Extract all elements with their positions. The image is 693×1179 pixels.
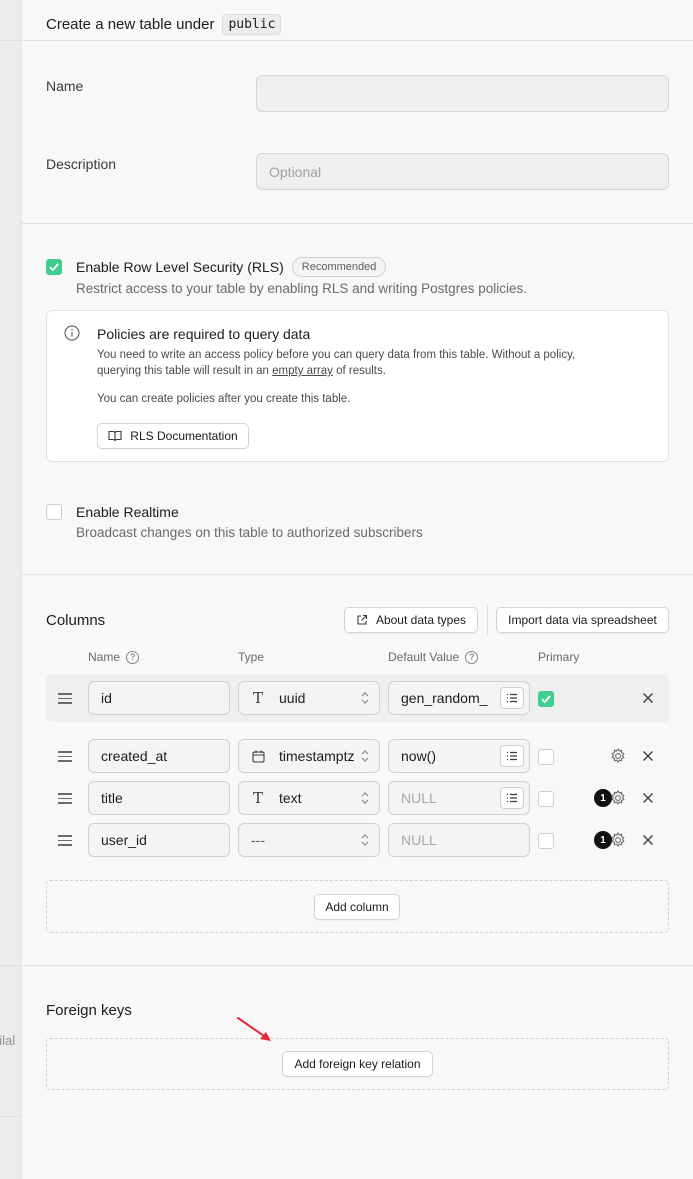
rls-label-row: Enable Row Level Security (RLS) Recommen… [76,257,387,277]
drag-handle-icon[interactable] [58,751,72,762]
column-type-select[interactable]: T text [238,781,380,815]
primary-checkbox[interactable] [538,691,554,707]
realtime-checkbox[interactable] [46,504,62,520]
check-icon [49,263,59,272]
section-divider-3 [22,965,693,966]
text-type-icon: T [252,789,263,807]
close-icon[interactable] [642,692,654,704]
add-foreign-key-button[interactable]: Add foreign key relation [282,1051,433,1077]
external-link-icon [357,614,368,625]
add-foreign-key-label: Add foreign key relation [294,1057,421,1071]
panel-title-text: Create a new table under [46,16,215,33]
rls-help-text: Restrict access to your table by enablin… [76,281,527,296]
primary-checkbox[interactable] [538,791,554,807]
close-icon[interactable] [642,834,654,846]
calendar-icon [251,750,265,763]
column-default-input[interactable]: NULL [388,781,530,815]
about-data-types-button[interactable]: About data types [344,607,478,633]
name-input[interactable] [256,75,669,112]
callout-line-2: querying this table will result in an em… [97,365,386,377]
add-column-button[interactable]: Add column [314,894,400,920]
description-input[interactable]: Optional [256,153,669,190]
section-divider-2 [22,574,693,575]
chevron-updown-icon [361,834,369,846]
column-name-input[interactable]: id [88,681,230,715]
column-default-input[interactable]: now() [388,739,530,773]
rls-checkbox[interactable] [46,259,62,275]
book-icon [108,430,122,442]
add-column-label: Add column [325,900,389,914]
rls-label: Enable Row Level Security (RLS) [76,259,284,275]
description-placeholder: Optional [269,163,322,180]
column-header-type: Type [238,650,265,664]
import-spreadsheet-label: Import data via spreadsheet [508,613,657,627]
chevron-updown-icon [361,692,369,704]
column-name-input[interactable]: created_at [88,739,230,773]
toolbar-separator [487,605,488,635]
column-default-input[interactable]: NULL [388,823,530,857]
realtime-help-text: Broadcast changes on this table to autho… [76,525,423,540]
list-icon[interactable] [500,687,524,709]
settings-gear-icon[interactable] [610,748,626,764]
column-type-select[interactable]: --- [238,823,380,857]
callout-line-1: You need to write an access policy befor… [97,349,576,361]
close-icon[interactable] [642,792,654,804]
create-table-panel: Create a new table under public Name Des… [21,0,693,1179]
callout-title: Policies are required to query data [97,326,311,342]
column-name-input[interactable]: title [88,781,230,815]
drag-handle-icon[interactable] [58,793,72,804]
info-icon [64,325,80,341]
help-circle-icon[interactable]: ? [126,650,140,664]
recommended-badge: Recommended [291,257,387,277]
column-default-input[interactable]: gen_random_ [388,681,530,715]
check-icon [541,695,551,704]
description-label: Description [46,156,117,172]
primary-checkbox[interactable] [538,749,554,765]
rls-documentation-label: RLS Documentation [130,429,238,443]
list-icon[interactable] [500,745,524,767]
empty-array-link[interactable]: empty array [272,365,333,377]
callout-line-3: You can create policies after you create… [97,393,351,405]
panel-title: Create a new table under public [46,14,282,35]
section-divider-1 [22,223,693,224]
text-type-icon: T [252,689,263,707]
annotation-arrow-icon [237,1017,271,1041]
settings-gear-icon[interactable] [610,832,626,848]
help-circle-icon[interactable]: ? [465,650,479,664]
column-type-select[interactable]: T uuid [238,681,380,715]
rls-documentation-button[interactable]: RLS Documentation [97,423,249,449]
header-divider [22,40,693,41]
foreign-keys-title: Foreign keys [46,1002,132,1019]
column-header-primary: Primary [538,650,580,664]
list-icon[interactable] [500,787,524,809]
close-icon[interactable] [642,750,654,762]
primary-checkbox[interactable] [538,833,554,849]
background-peek-text: ailal [0,1033,16,1048]
import-spreadsheet-button[interactable]: Import data via spreadsheet [496,607,669,633]
policy-callout: Policies are required to query data You … [46,310,669,462]
schema-badge: public [222,14,282,35]
about-data-types-label: About data types [375,613,467,627]
drag-handle-icon[interactable] [58,835,72,846]
column-header-name: Name? [88,650,140,664]
name-label: Name [46,78,84,94]
column-type-select[interactable]: timestamptz [238,739,380,773]
background-page: ailal [0,0,21,1179]
drag-handle-icon[interactable] [58,693,72,704]
chevron-updown-icon [361,792,369,804]
chevron-updown-icon [361,750,369,762]
columns-title: Columns [46,612,106,629]
settings-gear-icon[interactable] [610,790,626,806]
realtime-label: Enable Realtime [76,504,179,520]
column-name-input[interactable]: user_id [88,823,230,857]
column-header-default: Default Value? [388,650,479,664]
